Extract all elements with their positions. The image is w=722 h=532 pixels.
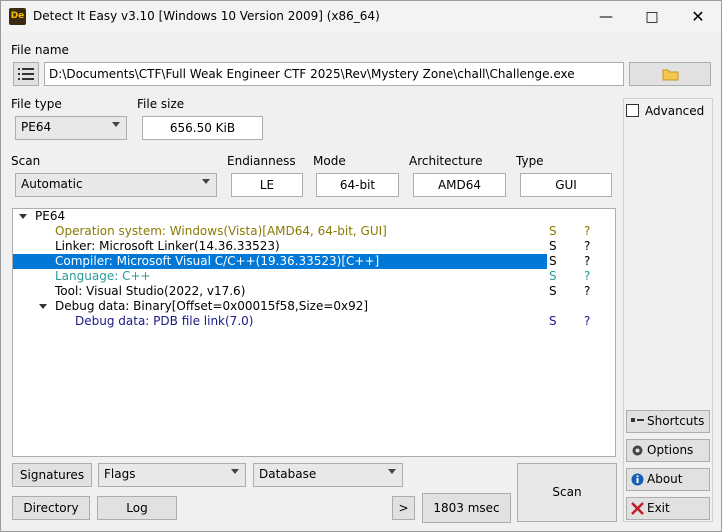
tree-row[interactable]: Linker: Microsoft Linker(14.36.33523) S … — [13, 239, 615, 254]
flags-label: Flags — [104, 467, 136, 481]
scan-time-display: 1803 msec — [422, 493, 511, 523]
result-tree[interactable]: PE64 Operation system: Windows(Vista)[AM… — [12, 208, 616, 457]
tree-row[interactable]: Language: C++ S ? — [13, 269, 615, 284]
mode-value: 64-bit — [316, 173, 399, 197]
mode-label: Mode — [313, 154, 346, 168]
tree-row-text: Language: C++ — [55, 269, 151, 283]
database-select[interactable]: Database — [253, 463, 403, 487]
options-button[interactable]: Options — [626, 439, 710, 462]
close-button[interactable]: ✕ — [675, 1, 721, 33]
file-name-label: File name — [11, 43, 69, 57]
menu-button[interactable] — [13, 62, 39, 86]
signature-flag: S — [549, 314, 557, 328]
close-icon — [631, 502, 644, 515]
options-label: Options — [647, 443, 694, 457]
tree-row-text: Debug data: Binary[Offset=0x00015f58,Siz… — [55, 299, 369, 313]
architecture-value: AMD64 — [413, 173, 506, 197]
exit-label: Exit — [647, 501, 670, 515]
tree-row[interactable]: Debug data: Binary[Offset=0x00015f58,Siz… — [13, 299, 615, 314]
signature-flag: S — [549, 224, 557, 238]
collapse-icon[interactable] — [39, 304, 47, 309]
tree-row[interactable]: Debug data: PDB file link(7.0) S ? — [13, 314, 615, 329]
about-button[interactable]: About — [626, 468, 710, 491]
signatures-button[interactable]: Signatures — [12, 463, 92, 487]
collapse-icon[interactable] — [19, 214, 27, 219]
scan-button[interactable]: Scan — [517, 463, 617, 522]
tree-row-text: Compiler: Microsoft Visual C/C++(19.36.3… — [13, 254, 547, 269]
architecture-label: Architecture — [409, 154, 483, 168]
file-type-value: PE64 — [21, 120, 52, 134]
scan-value: Automatic — [21, 177, 83, 191]
type-value: GUI — [520, 173, 612, 197]
minimize-button[interactable]: — — [583, 1, 629, 33]
chevron-down-icon — [112, 122, 120, 127]
tree-root-label: PE64 — [35, 209, 66, 223]
app-icon: De — [9, 8, 26, 25]
endianness-value: LE — [231, 173, 303, 197]
endianness-label: Endianness — [227, 154, 296, 168]
info-flag[interactable]: ? — [584, 284, 590, 299]
flags-select[interactable]: Flags — [98, 463, 246, 487]
signature-flag: S — [549, 239, 557, 253]
scan-label: Scan — [11, 154, 41, 168]
tree-row-text: Tool: Visual Studio(2022, v17.6) — [55, 284, 246, 298]
log-button[interactable]: Log — [97, 496, 177, 520]
hamburger-icon — [18, 68, 34, 80]
info-icon — [631, 473, 644, 486]
advanced-label: Advanced — [645, 104, 705, 118]
more-button[interactable]: > — [392, 496, 415, 520]
info-flag[interactable]: ? — [584, 224, 590, 239]
signature-flag: S — [549, 254, 557, 268]
tree-row[interactable]: Operation system: Windows(Vista)[AMD64, … — [13, 224, 615, 239]
tree-row-text: Operation system: Windows(Vista)[AMD64, … — [55, 224, 387, 238]
directory-button[interactable]: Directory — [12, 496, 90, 520]
file-size-label: File size — [137, 97, 185, 111]
info-flag[interactable]: ? — [584, 239, 590, 254]
chevron-down-icon — [202, 179, 210, 184]
shortcuts-icon — [631, 418, 644, 422]
database-label: Database — [259, 467, 317, 481]
tree-row-selected[interactable]: Compiler: Microsoft Visual C/C++(19.36.3… — [13, 254, 615, 269]
chevron-down-icon — [231, 469, 239, 474]
advanced-checkbox[interactable] — [626, 104, 639, 117]
file-size-value: 656.50 KiB — [142, 116, 263, 140]
exit-button[interactable]: Exit — [626, 497, 710, 520]
about-label: About — [647, 472, 683, 486]
file-path-input[interactable]: D:\Documents\CTF\Full Weak Engineer CTF … — [44, 62, 624, 86]
tree-row-text: Linker: Microsoft Linker(14.36.33523) — [55, 239, 280, 253]
title-bar[interactable]: De Detect It Easy v3.10 [Windows 10 Vers… — [1, 1, 721, 33]
window-title: Detect It Easy v3.10 [Windows 10 Version… — [33, 9, 380, 23]
scan-select[interactable]: Automatic — [15, 173, 217, 197]
tree-root-row[interactable]: PE64 — [13, 209, 615, 224]
open-file-button[interactable] — [629, 62, 711, 86]
tree-row-text: Debug data: PDB file link(7.0) — [75, 314, 254, 328]
signature-flag: S — [549, 284, 557, 298]
file-type-select[interactable]: PE64 — [15, 116, 127, 140]
type-label: Type — [516, 154, 544, 168]
info-flag[interactable]: ? — [584, 269, 590, 284]
info-flag[interactable]: ? — [584, 314, 590, 329]
maximize-button[interactable]: □ — [629, 1, 675, 33]
folder-icon — [662, 69, 679, 81]
shortcuts-button[interactable]: Shortcuts — [626, 410, 710, 433]
file-type-label: File type — [11, 97, 62, 111]
info-flag[interactable]: ? — [584, 254, 590, 269]
tree-row[interactable]: Tool: Visual Studio(2022, v17.6) S ? — [13, 284, 615, 299]
shortcuts-label: Shortcuts — [647, 414, 705, 428]
gear-icon — [632, 445, 643, 456]
chevron-down-icon — [388, 469, 396, 474]
main-window: De Detect It Easy v3.10 [Windows 10 Vers… — [0, 0, 722, 532]
signature-flag: S — [549, 269, 557, 283]
